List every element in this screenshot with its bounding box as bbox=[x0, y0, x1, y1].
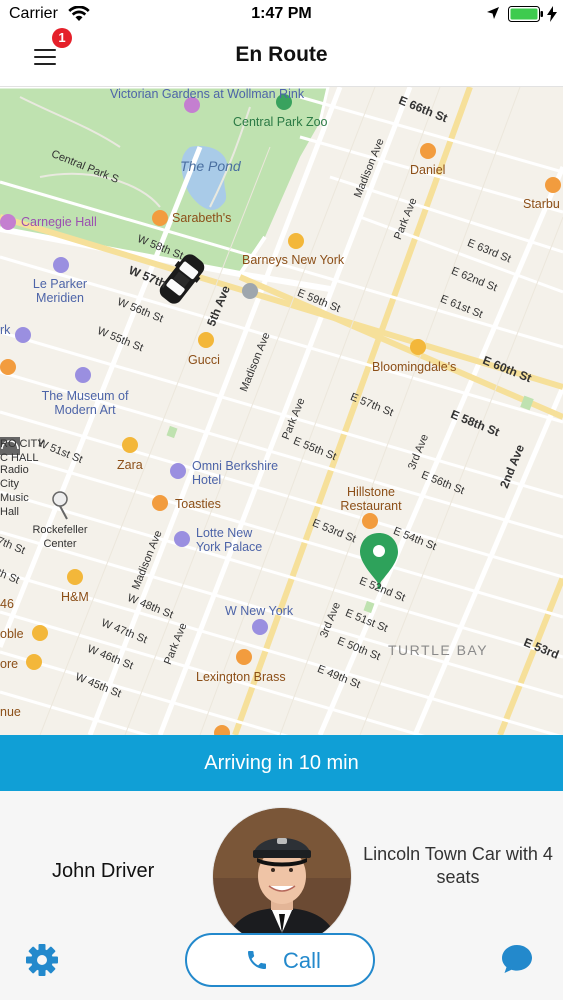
museum-icon bbox=[75, 367, 91, 383]
restaurant-icon bbox=[214, 725, 230, 735]
edge-label: 46 bbox=[0, 597, 14, 611]
restaurant-icon bbox=[152, 210, 168, 226]
chat-button[interactable] bbox=[500, 943, 540, 983]
edge-label: RO CITY bbox=[0, 438, 45, 450]
poi-label: Lexington Brass bbox=[196, 670, 286, 684]
driver-name: John Driver bbox=[52, 860, 155, 882]
shopping-icon bbox=[122, 437, 138, 453]
poi-label: Zara bbox=[117, 458, 143, 472]
shopping-icon bbox=[198, 332, 214, 348]
poi-label: Carnegie Hall bbox=[21, 215, 97, 229]
chat-bubble-icon bbox=[502, 945, 532, 973]
poi-label: H&M bbox=[61, 590, 89, 604]
poi-label: Radio City Music Hall bbox=[0, 464, 29, 518]
eta-text: Arriving in 10 min bbox=[204, 752, 359, 774]
restaurant-icon bbox=[0, 359, 16, 375]
poi-label: Toasties bbox=[175, 497, 221, 511]
poi-label: Bloomingdale's bbox=[372, 360, 457, 374]
neighborhood-label: TURTLE BAY bbox=[388, 642, 489, 658]
restaurant-icon bbox=[152, 495, 168, 511]
settings-button[interactable] bbox=[24, 942, 64, 982]
poi-label: The Pond bbox=[180, 158, 241, 174]
poi-label: Sarabeth's bbox=[172, 211, 232, 225]
battery-icon bbox=[508, 6, 544, 27]
call-button[interactable]: Call bbox=[185, 933, 375, 987]
poi-label: Central Park Zoo bbox=[233, 115, 328, 129]
hotel-icon bbox=[15, 327, 31, 343]
poi-label: Gucci bbox=[188, 353, 220, 367]
shopping-icon bbox=[67, 569, 83, 585]
status-bar: Carrier 1:47 PM bbox=[0, 0, 563, 28]
apple-store-icon bbox=[242, 283, 258, 299]
restaurant-icon bbox=[236, 649, 252, 665]
restaurant-icon bbox=[362, 513, 378, 529]
hotel-icon bbox=[174, 531, 190, 547]
theater-icon bbox=[0, 214, 16, 230]
map-view[interactable]: Victorian Gardens at Wollman Rink Centra… bbox=[0, 87, 563, 735]
driver-panel: John Driver Lincoln Town Car with 4 seat… bbox=[0, 791, 563, 1000]
poi-label: Starbu bbox=[523, 197, 560, 211]
gear-icon bbox=[26, 944, 58, 976]
poi-label: Omni Berkshire Hotel bbox=[192, 459, 279, 487]
edge-label: C HALL bbox=[0, 452, 39, 464]
hotel-icon bbox=[252, 619, 268, 635]
poi-label: W New York bbox=[225, 604, 294, 618]
hotel-icon bbox=[53, 257, 69, 273]
clock: 1:47 PM bbox=[251, 5, 312, 22]
vehicle-description: Lincoln Town Car with 4 seats bbox=[363, 844, 553, 887]
driver-avatar bbox=[212, 807, 352, 947]
navigation-bar: 1 En Route bbox=[0, 28, 563, 87]
phone-icon bbox=[245, 948, 269, 977]
eta-banner: Arriving in 10 min bbox=[0, 735, 563, 791]
poi-label: Hillstone Restaurant bbox=[340, 485, 402, 513]
shopping-icon bbox=[288, 233, 304, 249]
poi-label: Lotte New York Palace bbox=[196, 526, 263, 554]
poi-label: The Museum of Modern Art bbox=[41, 389, 129, 417]
page-title: En Route bbox=[235, 43, 328, 66]
poi-label: Barneys New York bbox=[242, 253, 345, 267]
poi-label: Le Parker Meridien bbox=[32, 277, 88, 305]
shopping-icon bbox=[26, 654, 42, 670]
poi-label: Daniel bbox=[410, 163, 446, 177]
restaurant-icon bbox=[420, 143, 436, 159]
edge-label: rk bbox=[0, 323, 11, 337]
hotel-icon bbox=[170, 463, 186, 479]
edge-label: nue bbox=[0, 705, 21, 719]
edge-label: oble bbox=[0, 627, 24, 641]
call-label: Call bbox=[283, 948, 321, 973]
location-arrow-icon bbox=[486, 6, 500, 25]
shopping-icon bbox=[32, 625, 48, 641]
restaurant-icon bbox=[545, 177, 561, 193]
poi-label: Victorian Gardens at Wollman Rink bbox=[110, 87, 304, 101]
shopping-icon bbox=[410, 339, 426, 355]
poi-label: Rockefeller Center bbox=[32, 524, 88, 550]
charging-bolt-icon bbox=[547, 6, 557, 27]
edge-label: ore bbox=[0, 657, 19, 671]
